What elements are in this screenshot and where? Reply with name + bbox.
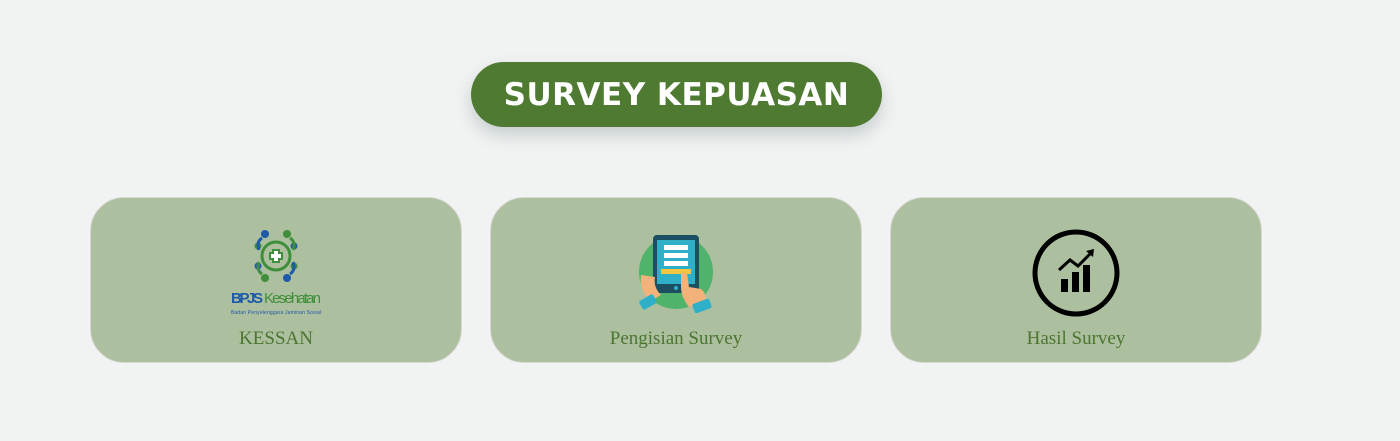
pengisian-survey-card[interactable]: Pengisian Survey	[490, 197, 862, 363]
page-title: SURVEY KEPUASAN	[503, 77, 850, 113]
hasil-survey-card[interactable]: Hasil Survey	[890, 197, 1262, 363]
svg-text:Kesehatan: Kesehatan	[264, 290, 321, 307]
pengisian-survey-label: Pengisian Survey	[609, 328, 743, 349]
bpjs-kesehatan-logo-icon: BPJS Kesehatan Badan Penyelenggara Jamin…	[231, 230, 321, 316]
svg-text:Badan Penyelenggara Jaminan So: Badan Penyelenggara Jaminan Sosial	[231, 310, 321, 316]
kessan-label: KESSAN	[239, 328, 313, 349]
bpjs-emblem	[254, 230, 298, 282]
page-title-banner: SURVEY KEPUASAN	[471, 62, 882, 127]
kessan-card[interactable]: BPJS Kesehatan Badan Penyelenggara Jamin…	[90, 197, 462, 363]
hasil-survey-label: Hasil Survey	[1026, 328, 1126, 349]
bar-chart-trend-icon	[1032, 229, 1120, 317]
svg-text:BPJS: BPJS	[231, 290, 263, 307]
tablet-survey-icon	[639, 235, 713, 313]
